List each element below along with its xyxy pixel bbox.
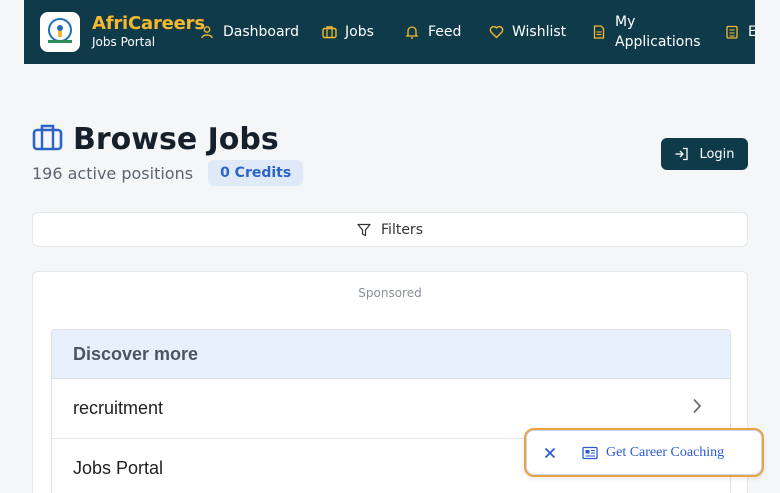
- filters-label: Filters: [381, 221, 423, 238]
- top-navbar: AfriCareers Jobs Portal Dashboard Jobs F…: [24, 0, 755, 64]
- career-coaching-pill[interactable]: Get Career Coaching: [524, 428, 764, 477]
- filters-button[interactable]: Filters: [32, 212, 748, 247]
- chevron-right-icon: [692, 398, 702, 419]
- login-button[interactable]: Login: [661, 138, 748, 170]
- nav-my-applications[interactable]: My Applications: [591, 0, 701, 64]
- credits-badge: 0 Credits: [208, 160, 304, 186]
- close-icon[interactable]: [540, 443, 560, 463]
- nav-feed[interactable]: Feed: [404, 0, 461, 64]
- nav-employers[interactable]: E: [724, 0, 755, 64]
- active-positions-count: 196 active positions: [32, 163, 194, 183]
- bell-icon: [404, 24, 420, 40]
- nav-my-applications-label-2: Applications: [615, 34, 701, 50]
- career-coaching-label[interactable]: Get Career Coaching: [606, 445, 724, 461]
- nav-jobs-label: Jobs: [345, 24, 374, 40]
- nav-wishlist-label: Wishlist: [512, 24, 567, 40]
- nav-dashboard[interactable]: Dashboard: [199, 0, 299, 64]
- building-icon: [724, 24, 740, 40]
- briefcase-icon: [321, 24, 337, 40]
- nav-my-applications-label-1: My: [615, 14, 636, 30]
- brand-name: AfriCareers: [92, 13, 205, 34]
- heart-icon: [488, 24, 504, 40]
- login-icon: [674, 147, 689, 161]
- nav-feed-label: Feed: [428, 24, 462, 40]
- page-title: Browse Jobs: [73, 122, 279, 157]
- nav-jobs[interactable]: Jobs: [321, 0, 374, 64]
- page-header: Browse Jobs: [32, 122, 279, 157]
- filter-icon: [357, 223, 371, 237]
- sponsored-label: Sponsored: [358, 286, 422, 300]
- login-label: Login: [699, 146, 735, 162]
- brand[interactable]: AfriCareers Jobs Portal: [92, 13, 205, 49]
- nav-employers-label: E: [748, 24, 755, 40]
- discover-item-label: recruitment: [73, 398, 164, 418]
- nav-wishlist[interactable]: Wishlist: [488, 0, 566, 64]
- user-icon: [199, 24, 215, 40]
- document-icon: [591, 24, 607, 40]
- news-icon: [582, 446, 598, 460]
- nav-dashboard-label: Dashboard: [223, 24, 299, 40]
- discover-item-label: Jobs Portal: [73, 458, 164, 478]
- briefcase-icon: [32, 123, 63, 156]
- brand-subtitle: Jobs Portal: [92, 35, 156, 49]
- logo-icon: [48, 18, 72, 43]
- discover-more-heading: Discover more: [52, 330, 730, 379]
- brand-logo[interactable]: [40, 12, 80, 52]
- page-subheader: 196 active positions 0 Credits: [32, 160, 304, 186]
